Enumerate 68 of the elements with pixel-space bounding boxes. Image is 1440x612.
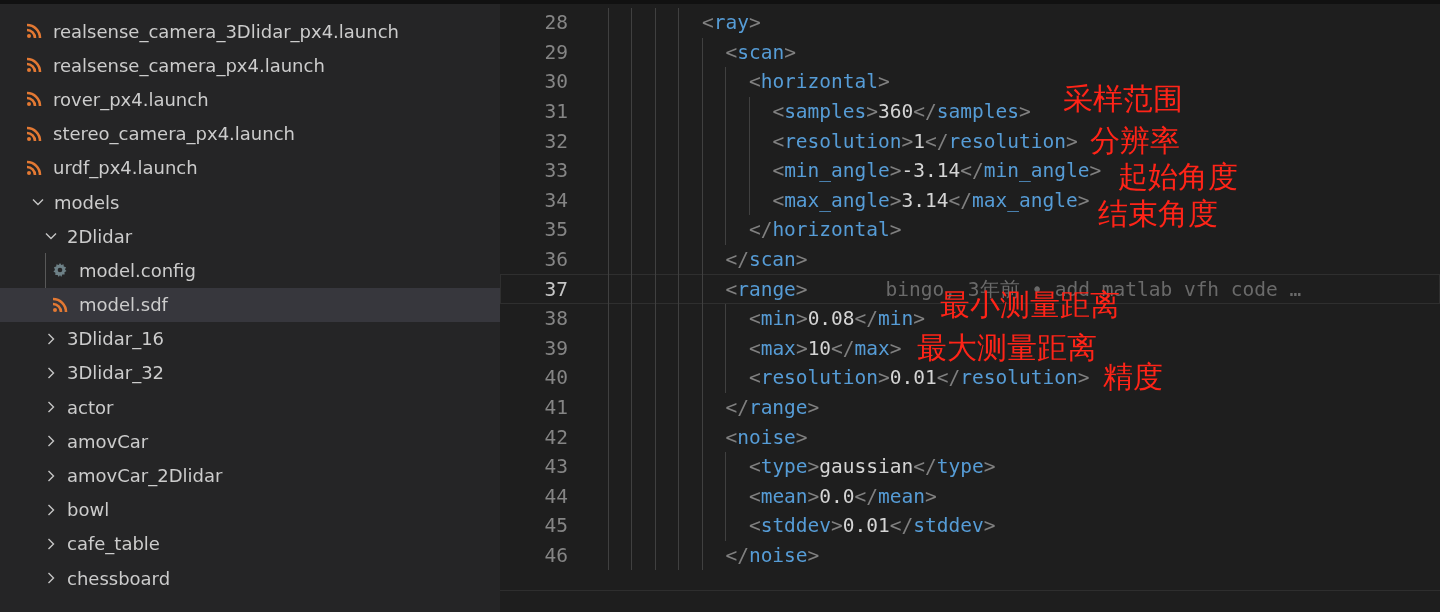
line-number: 32 bbox=[543, 129, 568, 153]
line-number: 44 bbox=[543, 484, 568, 508]
file-item[interactable]: rover_px4.launch bbox=[0, 82, 500, 117]
line-number: 40 bbox=[543, 366, 568, 390]
rss-icon bbox=[26, 159, 42, 176]
code-line: <samples>360</samples> bbox=[608, 97, 1031, 126]
code-line: <type>gaussian</type> bbox=[608, 452, 996, 481]
file-item[interactable]: stereo_camera_px4.launch bbox=[0, 116, 500, 151]
folder-item[interactable]: 3Dlidar_32 bbox=[0, 355, 500, 391]
file-item[interactable]: urdf_px4.launch bbox=[0, 150, 500, 185]
line-number: 33 bbox=[543, 159, 568, 183]
folder-item[interactable]: amovCar_2Dlidar bbox=[0, 458, 500, 493]
line-number: 42 bbox=[543, 425, 568, 449]
code-line: <noise> bbox=[608, 423, 808, 451]
annotation-text: 最大测量距离 bbox=[917, 333, 1097, 363]
code-line: <stddev>0.01</stddev> bbox=[608, 512, 996, 540]
line-number: 29 bbox=[543, 40, 568, 64]
code-line: <min>0.08</min> bbox=[608, 304, 926, 333]
file-item[interactable]: realsense_camera_px4.launch bbox=[0, 48, 500, 83]
rss-icon bbox=[26, 125, 42, 142]
rss-icon bbox=[52, 296, 68, 313]
code-line: <horizontal> bbox=[608, 68, 890, 96]
line-number: 36 bbox=[543, 248, 568, 272]
folder-item[interactable]: bowl bbox=[0, 492, 500, 527]
annotation-text: 结束角度 bbox=[1098, 199, 1218, 229]
code-line: </horizontal> bbox=[608, 216, 902, 244]
folder-item[interactable]: chessboard bbox=[0, 561, 500, 596]
line-number: 38 bbox=[543, 307, 568, 331]
code-line: <min_angle>-3.14</min_angle> bbox=[608, 156, 1102, 185]
code-line: <resolution>1</resolution> bbox=[608, 127, 1078, 155]
code-line: <range> bbox=[608, 275, 808, 303]
code-line: </range> bbox=[608, 393, 820, 422]
code-line: <ray> bbox=[608, 9, 761, 37]
code-line: <resolution>0.01</resolution> bbox=[608, 364, 1090, 392]
line-number: 41 bbox=[543, 396, 568, 419]
code-line: </noise> bbox=[608, 541, 820, 570]
line-number: 34 bbox=[543, 188, 568, 212]
annotation-text: 分辨率 bbox=[1090, 126, 1180, 156]
line-number: 31 bbox=[543, 100, 568, 124]
folder-item[interactable]: actor bbox=[0, 390, 500, 425]
rss-icon bbox=[26, 23, 42, 40]
line-number: 37 bbox=[543, 277, 568, 301]
code-line: <scan> bbox=[608, 38, 796, 67]
code-line: <mean>0.0</mean> bbox=[608, 482, 937, 511]
code-line: <max>10</max> bbox=[608, 334, 902, 363]
annotation-text: 精度 bbox=[1103, 362, 1163, 392]
annotation-text: 采样范围 bbox=[1063, 84, 1183, 114]
folder-item[interactable]: amovCar bbox=[0, 424, 500, 459]
line-number: 30 bbox=[543, 70, 568, 94]
rss-icon bbox=[26, 91, 42, 108]
line-number: 28 bbox=[543, 11, 568, 35]
folder-item[interactable]: 2Dlidar bbox=[0, 219, 500, 254]
line-number: 45 bbox=[543, 514, 568, 538]
folder-item[interactable]: cafe_table bbox=[0, 526, 500, 561]
line-number: 39 bbox=[543, 336, 568, 360]
file-item[interactable]: model.sdf bbox=[0, 287, 500, 322]
folder-item[interactable]: models bbox=[0, 184, 500, 220]
file-item[interactable]: realsense_camera_3Dlidar_px4.launch bbox=[0, 14, 500, 49]
code-line: </scan> bbox=[608, 245, 808, 274]
folder-item[interactable]: 3Dlidar_16 bbox=[0, 321, 500, 356]
rss-icon bbox=[26, 57, 42, 74]
line-number: 35 bbox=[543, 218, 568, 242]
gear-icon bbox=[52, 262, 68, 279]
file-item[interactable]: model.config bbox=[0, 253, 500, 288]
code-line: <max_angle>3.14</max_angle> bbox=[608, 186, 1090, 215]
line-number: 43 bbox=[543, 455, 568, 479]
annotation-text: 起始角度 bbox=[1118, 162, 1238, 192]
line-number: 46 bbox=[543, 544, 568, 567]
